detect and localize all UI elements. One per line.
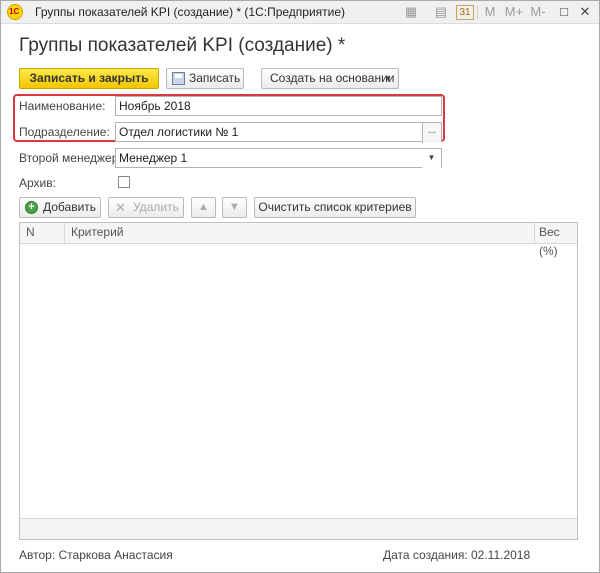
chevron-down-icon: ▼ [384, 74, 392, 83]
save-button-label: Записать [189, 71, 241, 85]
memory-icon[interactable]: M [483, 4, 497, 20]
calendar-icon[interactable]: 31 [456, 5, 474, 20]
column-header-n[interactable]: N [26, 223, 35, 243]
name-field[interactable]: Ноябрь 2018 [115, 96, 442, 116]
arrow-down-icon: ▼ [229, 201, 240, 213]
memory-plus-icon[interactable]: M+ [504, 4, 524, 20]
memory-minus-icon[interactable]: M- [528, 4, 548, 20]
archive-checkbox[interactable] [118, 176, 130, 188]
column-header-weight[interactable]: Вес (%) [539, 223, 577, 258]
table-header: N Критерий Вес (%) [20, 223, 577, 258]
save-and-close-button[interactable]: Записать и закрыть [19, 68, 159, 89]
title-bar: Группы показателей KPI (создание) * (1С:… [1, 1, 599, 24]
save-all-icon[interactable]: ▦ [403, 4, 419, 20]
maximize-icon[interactable]: □ [557, 4, 571, 20]
division-select-button[interactable]: ... [422, 123, 441, 143]
app-logo-icon[interactable] [7, 4, 23, 20]
history-icon[interactable]: ▤ [433, 4, 449, 20]
manager-label: Второй менеджер: [19, 151, 122, 165]
close-icon[interactable]: ✕ [578, 4, 592, 20]
move-down-button[interactable]: ▼ [222, 197, 247, 218]
page-title: Группы показателей KPI (создание) * [19, 35, 346, 56]
disk-icon [172, 72, 185, 85]
name-label: Наименование: [19, 99, 106, 113]
table-footer [20, 518, 577, 539]
window: Группы показателей KPI (создание) * (1С:… [0, 0, 600, 573]
create-based-on-button[interactable]: Создать на основании ▼ [261, 68, 399, 89]
delete-icon: ✕ [115, 200, 126, 215]
division-value: Отдел логистики № 1 [119, 125, 239, 139]
move-up-button[interactable]: ▲ [191, 197, 216, 218]
division-label: Подразделение: [19, 125, 110, 139]
division-field[interactable]: Отдел логистики № 1 ... [115, 122, 442, 143]
manager-value: Менеджер 1 [119, 151, 188, 165]
window-title: Группы показателей KPI (создание) * (1С:… [35, 5, 346, 19]
created-date-text: Дата создания: 02.11.2018 [383, 548, 531, 562]
delete-button-label: Удалить [133, 200, 179, 214]
clear-criteria-button[interactable]: Очистить список критериев [254, 197, 416, 218]
add-icon: + [25, 201, 38, 214]
add-button[interactable]: + Добавить [19, 197, 101, 218]
criteria-table[interactable]: N Критерий Вес (%) [19, 222, 578, 540]
column-header-criterion[interactable]: Критерий [71, 223, 123, 243]
manager-field[interactable]: Менеджер 1 ▼ [115, 148, 442, 169]
delete-button[interactable]: ✕ Удалить [108, 197, 184, 218]
author-text: Автор: Старкова Анастасия [19, 548, 173, 562]
add-button-label: Добавить [43, 200, 97, 214]
archive-label: Архив: [19, 176, 56, 190]
save-button[interactable]: Записать [166, 68, 244, 89]
arrow-up-icon: ▲ [198, 201, 209, 213]
create-based-on-label: Создать на основании [270, 71, 395, 85]
chevron-down-icon[interactable]: ▼ [422, 149, 441, 169]
